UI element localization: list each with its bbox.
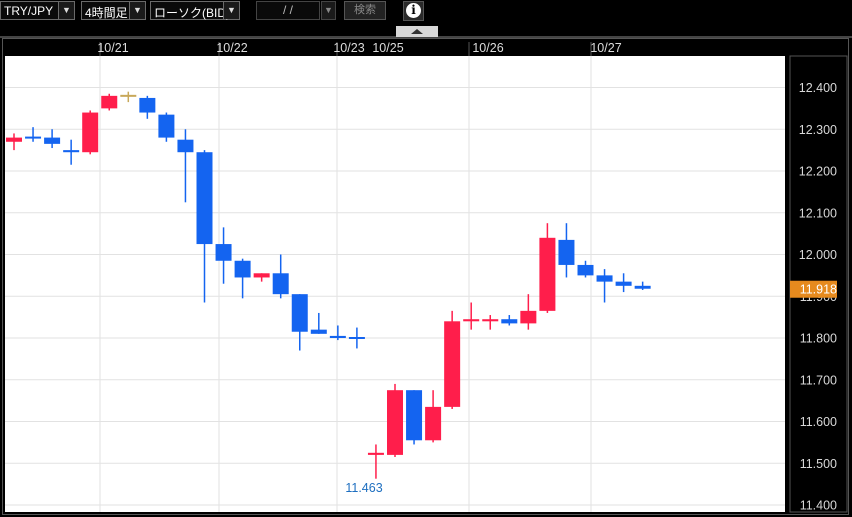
candle-body bbox=[63, 150, 80, 153]
y-tick-label: 12.400 bbox=[799, 81, 837, 95]
candle-body bbox=[6, 137, 22, 142]
y-tick-label: 11.500 bbox=[800, 457, 837, 471]
candle-body bbox=[406, 390, 423, 441]
min-price-label: 11.463 bbox=[345, 481, 382, 495]
candle-body bbox=[520, 310, 537, 324]
candle-body bbox=[177, 139, 194, 153]
x-tick-label: 10/21 bbox=[97, 41, 128, 55]
candle bbox=[101, 93, 118, 111]
y-tick-label: 11.700 bbox=[800, 373, 837, 387]
candle-body bbox=[367, 452, 384, 455]
candle-body bbox=[272, 273, 289, 295]
candle-body bbox=[577, 264, 594, 276]
candle-body bbox=[425, 406, 442, 441]
candlestick-chart: 12.40012.30012.20012.10012.00011.90011.8… bbox=[2, 38, 849, 515]
candle-body bbox=[25, 136, 42, 139]
candle-body bbox=[82, 112, 99, 153]
candle-body bbox=[234, 260, 251, 278]
x-tick-label: 10/23 bbox=[333, 41, 364, 55]
candle bbox=[82, 110, 99, 155]
candle-body bbox=[482, 319, 499, 322]
candle bbox=[444, 310, 461, 409]
candle-body bbox=[444, 321, 461, 407]
x-tick-label: 10/22 bbox=[216, 41, 247, 55]
candle-body bbox=[310, 329, 327, 334]
candle bbox=[387, 383, 403, 457]
y-tick-label: 12.300 bbox=[799, 123, 837, 137]
candle-body bbox=[463, 319, 480, 322]
candle-body bbox=[44, 137, 61, 144]
candle-body bbox=[253, 273, 270, 278]
candle-body bbox=[120, 94, 137, 97]
x-tick-label: 10/27 bbox=[590, 41, 621, 55]
candle-body bbox=[158, 114, 175, 138]
candle-body bbox=[615, 281, 632, 286]
candle-body bbox=[196, 152, 213, 245]
candle-body bbox=[634, 285, 651, 289]
candle-body bbox=[215, 244, 232, 261]
y-tick-label: 12.200 bbox=[799, 165, 837, 179]
candle-body bbox=[539, 237, 556, 311]
candle-body bbox=[596, 275, 613, 282]
candle-body bbox=[329, 335, 346, 338]
candle bbox=[158, 112, 175, 142]
candle-body bbox=[291, 294, 308, 332]
candle-body bbox=[348, 337, 365, 339]
last-price-label: 11.918 bbox=[800, 283, 837, 297]
y-tick-label: 11.800 bbox=[800, 332, 837, 346]
y-tick-label: 11.600 bbox=[800, 415, 837, 429]
candle bbox=[406, 390, 423, 445]
y-tick-label: 12.000 bbox=[799, 248, 837, 262]
candle-body bbox=[387, 390, 403, 455]
y-tick-label: 12.100 bbox=[799, 206, 837, 220]
candle-body bbox=[501, 319, 518, 324]
candle-body bbox=[139, 97, 156, 113]
x-tick-label: 10/25 bbox=[372, 41, 403, 55]
candle-body bbox=[101, 95, 118, 109]
y-tick-label: 11.400 bbox=[800, 499, 837, 513]
x-tick-label: 10/26 bbox=[472, 41, 503, 55]
candle-body bbox=[558, 239, 575, 265]
